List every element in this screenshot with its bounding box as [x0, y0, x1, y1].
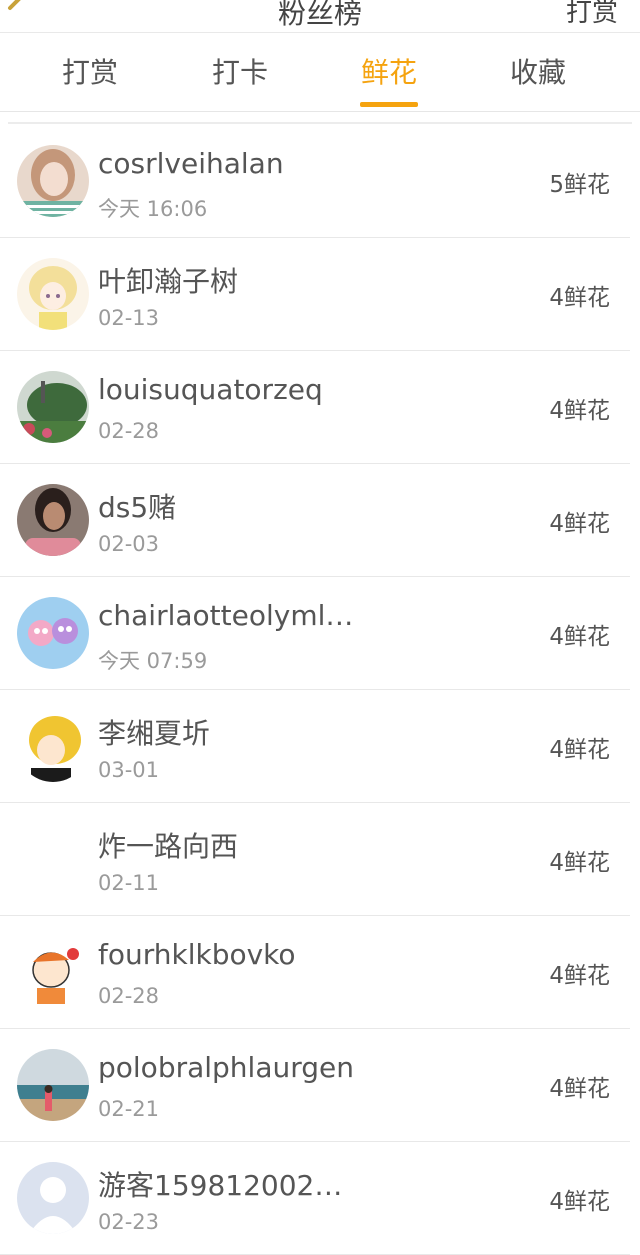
avatar[interactable] — [17, 823, 89, 895]
flower-count: 4鲜花 — [549, 398, 610, 424]
garden-avatar-icon — [17, 371, 89, 443]
timestamp: 今天 16:06 — [98, 197, 208, 221]
avatar[interactable] — [17, 145, 89, 217]
user-name: chairlaotteolyml… — [98, 599, 354, 632]
tab-flowers[interactable]: 鲜花 — [309, 33, 469, 111]
blank-avatar-icon — [17, 823, 89, 895]
user-name: ds5赌 — [98, 491, 177, 524]
avatar[interactable] — [17, 1049, 89, 1121]
flower-count: 4鲜花 — [549, 850, 610, 876]
flower-count: 4鲜花 — [549, 511, 610, 537]
user-name: 游客159812002… — [98, 1169, 343, 1202]
user-name: louisuquatorzeq — [98, 373, 323, 406]
cartoon-character-avatar-icon — [17, 936, 89, 1008]
tab-bar: 打赏 打卡 鲜花 收藏 — [0, 33, 640, 112]
default-user-avatar-icon — [17, 1162, 89, 1234]
avatar[interactable] — [17, 597, 89, 669]
flower-count: 4鲜花 — [549, 1189, 610, 1215]
flower-count: 4鲜花 — [549, 1076, 610, 1102]
timestamp: 02-23 — [98, 1210, 160, 1234]
timestamp: 02-11 — [98, 871, 160, 895]
timestamp: 02-13 — [98, 306, 160, 330]
user-name: 叶卸瀚子树 — [98, 265, 239, 298]
active-tab-indicator — [360, 102, 418, 107]
divider — [8, 122, 632, 124]
timestamp: 03-01 — [98, 758, 160, 782]
cartoon-pigs-avatar-icon — [17, 597, 89, 669]
avatar[interactable] — [17, 258, 89, 330]
timestamp: 今天 07:59 — [98, 649, 208, 673]
anime-blonde-avatar-icon — [17, 710, 89, 782]
user-name: cosrlveihalan — [98, 147, 284, 180]
avatar[interactable] — [17, 371, 89, 443]
list-item[interactable]: ds5赌 02-03 4鲜花 — [0, 464, 630, 577]
list-item[interactable]: 游客159812002… 02-23 4鲜花 — [0, 1142, 630, 1255]
tab-label: 打赏 — [61, 56, 118, 89]
tab-label: 打卡 — [211, 56, 268, 89]
user-name: fourhklkbovko — [98, 938, 296, 971]
tab-label: 收藏 — [509, 56, 566, 89]
avatar[interactable] — [17, 1162, 89, 1234]
user-name: 炸一路向西 — [98, 830, 239, 863]
list-item[interactable]: 李缃夏圻 03-01 4鲜花 — [0, 690, 630, 803]
timestamp: 02-28 — [98, 984, 160, 1008]
anime-girl-avatar-icon — [17, 258, 89, 330]
tab-favorites[interactable]: 收藏 — [458, 33, 618, 111]
photo-girl-avatar-icon — [17, 145, 89, 217]
tab-reward[interactable]: 打赏 — [10, 33, 170, 111]
user-name: polobralphlaurgen — [98, 1051, 355, 1084]
flower-count: 4鲜花 — [549, 624, 610, 650]
top-nav-bar: 粉丝榜 打赏 — [0, 0, 640, 33]
list-item[interactable]: 炸一路向西 02-11 4鲜花 — [0, 803, 630, 916]
list-item[interactable]: 叶卸瀚子树 02-13 4鲜花 — [0, 238, 630, 351]
flower-count: 4鲜花 — [549, 737, 610, 763]
photo-woman-avatar-icon — [17, 484, 89, 556]
user-name: 李缃夏圻 — [98, 717, 211, 750]
flower-count: 4鲜花 — [549, 285, 610, 311]
tab-label: 鲜花 — [360, 56, 417, 89]
page-title: 粉丝榜 — [277, 0, 362, 30]
avatar[interactable] — [17, 484, 89, 556]
list-item[interactable]: polobralphlaurgen 02-21 4鲜花 — [0, 1029, 630, 1142]
avatar[interactable] — [17, 710, 89, 782]
beach-avatar-icon — [17, 1049, 89, 1121]
reward-button[interactable]: 打赏 — [566, 0, 618, 29]
timestamp: 02-03 — [98, 532, 160, 556]
list-item[interactable]: fourhklkbovko 02-28 4鲜花 — [0, 916, 630, 1029]
flower-count: 4鲜花 — [549, 963, 610, 989]
flower-count: 5鲜花 — [549, 172, 610, 198]
list-item[interactable]: louisuquatorzeq 02-28 4鲜花 — [0, 351, 630, 464]
timestamp: 02-28 — [98, 419, 160, 443]
list-item[interactable]: cosrlveihalan 今天 16:06 5鲜花 — [0, 125, 630, 238]
tab-checkin[interactable]: 打卡 — [160, 33, 320, 111]
list-item[interactable]: chairlaotteolyml… 今天 07:59 4鲜花 — [0, 577, 630, 690]
timestamp: 02-21 — [98, 1097, 160, 1121]
avatar[interactable] — [17, 936, 89, 1008]
fan-list: cosrlveihalan 今天 16:06 5鲜花 叶卸瀚子树 02-13 4… — [0, 125, 640, 1255]
